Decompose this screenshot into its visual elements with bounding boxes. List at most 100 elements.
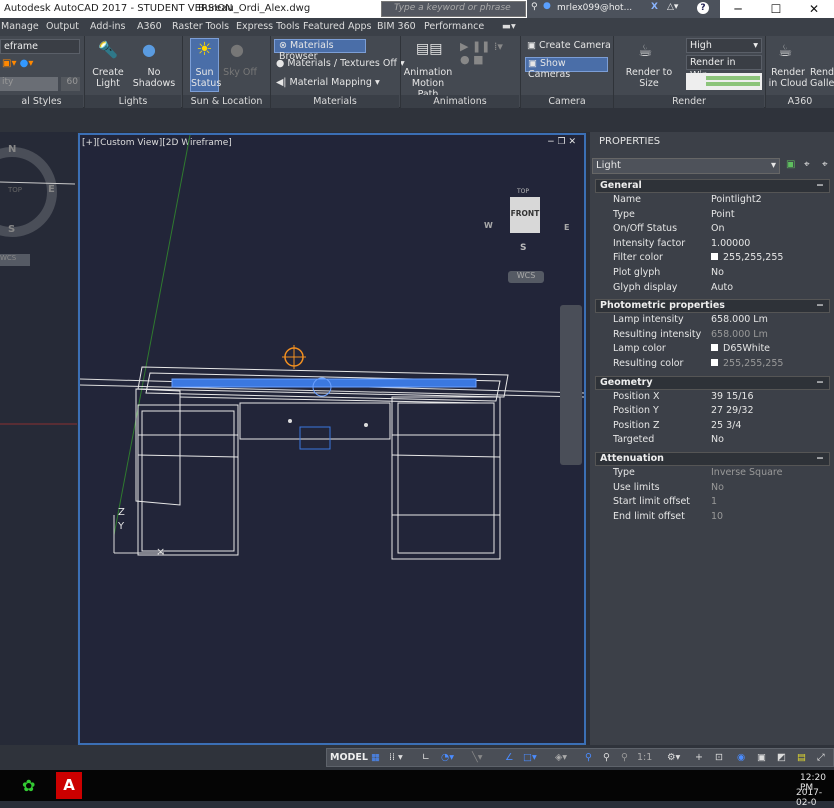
collapse-icon[interactable]: − xyxy=(816,300,824,312)
property-value[interactable]: No xyxy=(711,434,724,445)
collapse-icon[interactable]: − xyxy=(816,180,824,192)
clock-date[interactable]: 2017-02-0 xyxy=(796,788,834,808)
tab-express-tools[interactable]: Express Tools xyxy=(236,21,300,32)
materials-browser-button[interactable]: ⊗ Materials Browser xyxy=(274,39,366,62)
object-type-dropdown[interactable]: Light ▾ xyxy=(592,158,780,174)
tab-a360[interactable]: A360 xyxy=(137,21,162,32)
show-cameras-button[interactable]: ▣ Show Cameras xyxy=(525,57,608,80)
property-row[interactable]: Plot glyph No xyxy=(613,267,828,281)
autocad-taskbar-icon[interactable]: A xyxy=(56,772,82,799)
property-row[interactable]: Name Pointlight2 xyxy=(613,194,828,208)
property-row[interactable]: Type Point xyxy=(613,209,828,223)
create-light-button[interactable]: Create Light xyxy=(88,67,128,89)
property-row[interactable]: Resulting intensity 658.000 Lm xyxy=(613,329,828,343)
auto-scale-icon[interactable]: ⚲ xyxy=(603,752,610,763)
tab-output[interactable]: Output xyxy=(46,21,79,32)
sky-off-button[interactable]: Sky Off xyxy=(222,67,258,78)
property-value[interactable]: Point xyxy=(711,209,735,220)
section-attenuation[interactable]: Attenuation − xyxy=(595,452,830,466)
property-row[interactable]: Targeted No xyxy=(613,434,828,448)
user-account[interactable]: mrlex099@hot... xyxy=(557,3,632,13)
close-button[interactable]: ✕ xyxy=(796,0,832,18)
property-value[interactable]: 39 15/16 xyxy=(711,391,754,402)
visual-style-dropdown[interactable]: eframe xyxy=(0,39,80,54)
select-objects-icon[interactable]: ⌖ xyxy=(804,159,810,170)
viewcube-top-face[interactable]: TOP xyxy=(517,188,529,195)
annotation-scale-icon[interactable]: ⚲ xyxy=(621,752,628,763)
isolate-objects-icon[interactable]: ⊡ xyxy=(715,752,723,763)
animation-controls-icon[interactable]: ▶ ❚❚ ⁞▾ ● ■ xyxy=(460,40,503,66)
render-in-dropdown[interactable]: Render in Win... xyxy=(686,55,762,81)
wcs-menu-vp[interactable]: WCS xyxy=(508,271,544,283)
property-row[interactable]: Position X 39 15/16 xyxy=(613,391,828,405)
opacity-slider[interactable]: ity xyxy=(0,77,58,91)
property-value[interactable]: 25 3/4 xyxy=(711,420,741,431)
sun-status-button[interactable]: ☀ Sun Status xyxy=(190,38,221,92)
drawing-viewport[interactable]: [+][Custom View][2D Wireframe] − ❐ ✕ × Z… xyxy=(78,133,586,745)
viewcube-front-face[interactable]: FRONT xyxy=(510,197,540,233)
opacity-value[interactable]: 60 xyxy=(61,77,80,91)
help-icon[interactable]: ? xyxy=(697,2,709,14)
fullscreen-icon[interactable]: ⤢ xyxy=(817,752,825,763)
render-in-cloud-button[interactable]: Render in Cloud xyxy=(766,67,810,89)
panel-title-sun-location[interactable]: Sun & Location xyxy=(183,95,270,108)
ortho-icon[interactable]: ∟ xyxy=(422,752,430,763)
panel-title-lights[interactable]: Lights xyxy=(85,95,181,108)
property-value[interactable]: 27 29/32 xyxy=(711,405,754,416)
property-row[interactable]: Glyph display Auto xyxy=(613,282,828,296)
workspace-toggle-icon[interactable]: ▬▾ xyxy=(502,21,516,32)
tab-manage[interactable]: Manage xyxy=(1,21,39,32)
toggle-pickadd-icon[interactable]: ▣ xyxy=(786,159,795,170)
section-geometry[interactable]: Geometry − xyxy=(595,375,830,390)
property-value[interactable]: No xyxy=(711,482,724,493)
property-row[interactable]: Lamp intensity 658.000 Lm xyxy=(613,314,828,328)
property-row[interactable]: On/Off Status On xyxy=(613,223,828,237)
clean-screen-icon[interactable]: ▤ xyxy=(797,752,806,763)
property-value[interactable]: 1 xyxy=(711,496,717,507)
annotation-scale-value[interactable]: 1:1 xyxy=(637,752,652,763)
property-row[interactable]: Type Inverse Square xyxy=(613,467,828,481)
property-row[interactable]: Position Y 27 29/32 xyxy=(613,405,828,419)
navigation-bar[interactable] xyxy=(560,305,582,465)
no-shadows-button[interactable]: No Shadows xyxy=(132,67,176,89)
property-value[interactable]: No xyxy=(711,267,724,278)
property-row[interactable]: End limit offset 10 xyxy=(613,511,828,525)
property-row[interactable]: Lamp color D65White xyxy=(613,343,828,357)
property-value[interactable]: Auto xyxy=(711,282,733,293)
section-photometric-properties[interactable]: Photometric properties − xyxy=(595,299,830,314)
tab-add-ins[interactable]: Add-ins xyxy=(90,21,125,32)
annotation-visibility-icon[interactable]: ⚲ xyxy=(585,752,592,763)
wcs-menu[interactable]: WCS xyxy=(0,254,30,266)
app-icon-green[interactable]: ✿ xyxy=(22,776,35,795)
workspace-gear-icon[interactable]: ⚙▾ xyxy=(667,752,680,763)
hardware-acceleration-icon[interactable]: ◉ xyxy=(737,752,745,763)
polar-icon[interactable]: ◔▾ xyxy=(441,752,454,763)
object-snap-tracking-icon[interactable]: ∠ xyxy=(505,752,514,763)
property-row[interactable]: Resulting color 255,255,255 xyxy=(613,358,828,372)
property-value[interactable]: 255,255,255 xyxy=(711,358,783,369)
property-row[interactable]: Position Z 25 3/4 xyxy=(613,420,828,434)
panel-title-render[interactable]: Render xyxy=(614,95,764,108)
property-value[interactable]: 658.000 Lm xyxy=(711,314,768,325)
viewcube[interactable]: FRONT TOP W E S xyxy=(484,187,569,257)
binoculars-icon[interactable]: ⚲ xyxy=(531,2,538,12)
model-space-button[interactable]: MODEL xyxy=(330,752,368,763)
property-value[interactable]: 1.00000 xyxy=(711,238,750,249)
material-mapping-button[interactable]: ◀| Material Mapping ▾ xyxy=(276,77,380,88)
render-to-size-button[interactable]: Render to Size xyxy=(616,67,682,89)
section-general[interactable]: General − xyxy=(595,179,830,193)
property-value[interactable]: D65White xyxy=(711,343,770,354)
property-value[interactable]: Pointlight2 xyxy=(711,194,762,205)
annotation-monitor-icon[interactable]: + xyxy=(695,752,703,763)
exchange-icon[interactable]: X xyxy=(651,2,658,12)
tab-featured-apps[interactable]: Featured Apps xyxy=(303,21,371,32)
panel-title-materials[interactable]: Materials xyxy=(271,95,399,108)
property-value[interactable]: On xyxy=(711,223,725,234)
snap-icon[interactable]: ⁞⁞ ▾ xyxy=(389,752,403,763)
property-value[interactable]: Inverse Square xyxy=(711,467,782,478)
collapse-icon[interactable]: − xyxy=(816,453,824,465)
gizmo-icon[interactable]: ◈▾ xyxy=(555,752,567,763)
visual-style-icon[interactable]: ▣▾ ●▾ xyxy=(2,58,33,69)
panel-title-visual-styles[interactable]: al Styles xyxy=(0,95,83,108)
tab-raster-tools[interactable]: Raster Tools xyxy=(172,21,229,32)
